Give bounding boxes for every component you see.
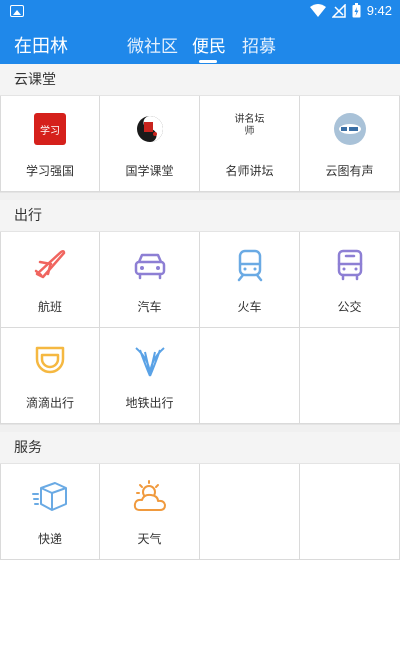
- grid-item-car[interactable]: 汽车: [100, 232, 200, 328]
- grid-item-empty: [300, 328, 400, 424]
- grid-item-metro[interactable]: 地铁出行: [100, 328, 200, 424]
- grid-item-bus[interactable]: 公交: [300, 232, 400, 328]
- grid-item-express[interactable]: 快递: [0, 464, 100, 560]
- wifi-icon: [309, 3, 326, 17]
- grid-item-mingshi-jiangtan[interactable]: 讲名坛师 名师讲坛: [200, 96, 300, 192]
- car-icon: [134, 253, 165, 280]
- app-header: 在田林 微社区 便民 招募: [0, 24, 400, 64]
- grid-item-guoxue-ketang[interactable]: 国学课堂: [100, 96, 200, 192]
- grid-item-didi[interactable]: 滴滴出行: [0, 328, 100, 424]
- app-brand: 在田林: [14, 36, 68, 57]
- bus-icon: [337, 249, 362, 281]
- section-title-travel: 出行: [0, 200, 400, 232]
- xuexi-qiangguo-logo-icon: 学习: [34, 113, 66, 145]
- section-title-cloud-class: 云课堂: [0, 64, 400, 96]
- active-tab-indicator: [199, 60, 217, 63]
- train-icon: [237, 249, 262, 282]
- tab-recruit[interactable]: 招募: [242, 32, 276, 57]
- yuntu-yousheng-logo-icon: [333, 113, 366, 145]
- travel-grid: 航班 汽车 火车 公交 滴滴出行 地铁出行: [0, 232, 400, 424]
- grid-item-flight[interactable]: 航班: [0, 232, 100, 328]
- metro-icon: [134, 347, 165, 377]
- grid-item-empty: [300, 464, 400, 560]
- grid-item-empty: [200, 464, 300, 560]
- grid-item-yuntu-yousheng[interactable]: 云图有声: [300, 96, 400, 192]
- image-notification-icon: [10, 5, 24, 17]
- grid-item-empty: [200, 328, 300, 424]
- no-signal-icon: [331, 3, 346, 18]
- clock: 9:42: [366, 3, 392, 18]
- section-divider: [0, 192, 400, 200]
- tab-micro-community[interactable]: 微社区: [127, 32, 178, 57]
- guoxue-ketang-logo-icon: [136, 116, 163, 142]
- battery-icon: [352, 3, 361, 18]
- grid-item-train[interactable]: 火车: [200, 232, 300, 328]
- service-grid: 快递 天气: [0, 464, 400, 560]
- grid-item-xuexi-qiangguo[interactable]: 学习 学习强国: [0, 96, 100, 192]
- grid-item-weather[interactable]: 天气: [100, 464, 200, 560]
- cloud-class-grid: 学习 学习强国 国学课堂 讲名坛师 名师讲坛 云图有声: [0, 96, 400, 192]
- section-title-service: 服务: [0, 432, 400, 464]
- didi-icon: [35, 346, 65, 374]
- mingshi-jiangtan-logo-icon: 讲名坛师: [234, 114, 265, 137]
- status-bar: 9:42: [0, 0, 400, 24]
- airplane-icon: [34, 249, 66, 279]
- package-icon: [32, 482, 67, 511]
- weather-icon: [133, 480, 166, 511]
- status-indicators: 9:42: [309, 3, 392, 18]
- section-divider: [0, 424, 400, 432]
- tab-convenience[interactable]: 便民: [192, 32, 226, 57]
